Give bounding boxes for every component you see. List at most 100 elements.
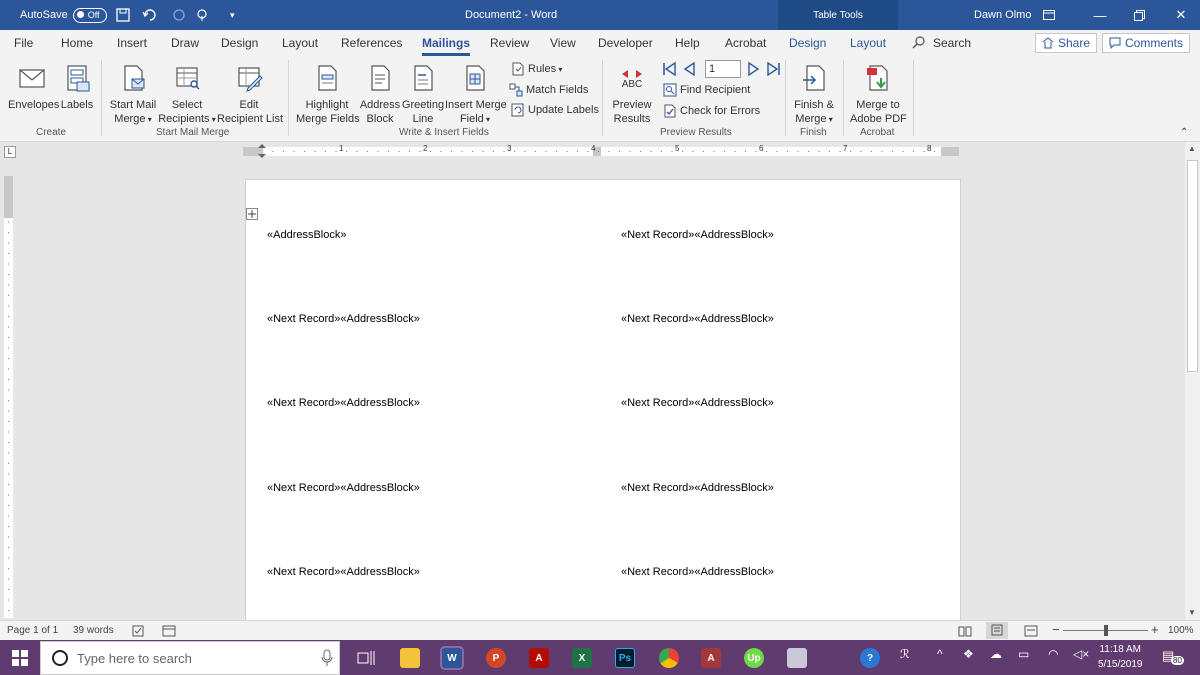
tab-review[interactable]: Review [490, 36, 529, 50]
word-icon[interactable]: W [440, 646, 464, 670]
task-view-icon[interactable] [357, 649, 375, 667]
preview-results-button[interactable]: ABC Preview Results [610, 62, 654, 126]
autosave-control[interactable]: AutoSave Off [20, 0, 107, 30]
label-cell[interactable]: «Next Record»«AddressBlock» [621, 313, 774, 325]
tab-mailings[interactable]: Mailings [422, 36, 471, 56]
last-record-icon[interactable] [766, 61, 782, 77]
insert-merge-field-button[interactable]: Insert Merge Field ▾ [445, 62, 507, 127]
first-record-icon[interactable] [661, 61, 677, 77]
tab-home[interactable]: Home [61, 36, 93, 50]
wifi-icon[interactable]: ◠ [1048, 647, 1058, 661]
help-icon[interactable]: ? [860, 648, 880, 668]
people-icon[interactable]: ℛ [900, 647, 910, 661]
snipping-icon[interactable] [787, 648, 807, 668]
photoshop-icon[interactable]: Ps [615, 648, 635, 668]
tab-insert[interactable]: Insert [117, 36, 147, 50]
undo-icon[interactable] [142, 0, 160, 30]
chrome-icon[interactable] [659, 648, 679, 668]
previous-record-icon[interactable] [682, 61, 696, 77]
zoom-out-icon[interactable]: − [1052, 622, 1060, 637]
address-block-button[interactable]: Address Block [359, 62, 401, 126]
select-recipients-button[interactable]: Select Recipients ▾ [158, 62, 216, 127]
match-fields-button[interactable]: Match Fields [509, 83, 588, 97]
restore-icon[interactable] [1116, 0, 1162, 30]
windows-start-icon[interactable] [12, 650, 28, 666]
label-cell[interactable]: «Next Record»«AddressBlock» [621, 229, 774, 241]
start-mail-merge-button[interactable]: Start Mail Merge ▾ [108, 62, 158, 127]
scroll-up-icon[interactable]: ▲ [1188, 144, 1196, 153]
tab-help[interactable]: Help [675, 36, 700, 50]
tab-table-layout[interactable]: Layout [850, 36, 886, 50]
print-layout-view[interactable] [986, 622, 1008, 639]
macro-record-icon[interactable] [162, 625, 176, 637]
taskbar-clock[interactable]: 11:18 AM 5/15/2019 [1098, 642, 1143, 672]
vertical-scrollbar[interactable]: ▲ ▼ [1185, 142, 1200, 620]
labels-button[interactable]: Labels [60, 62, 94, 112]
scroll-down-icon[interactable]: ▼ [1188, 608, 1196, 617]
envelopes-button[interactable]: Envelopes [8, 62, 59, 112]
table-move-handle-icon[interactable] [246, 208, 258, 220]
read-mode-icon[interactable] [958, 625, 972, 637]
label-cell[interactable]: «Next Record»«AddressBlock» [621, 566, 774, 578]
customize-qat-icon[interactable]: ▾ [230, 0, 235, 30]
tab-developer[interactable]: Developer [598, 36, 653, 50]
check-errors-button[interactable]: Check for Errors [663, 104, 760, 118]
touch-mode-icon[interactable] [196, 0, 212, 30]
excel-icon[interactable]: X [572, 648, 592, 668]
vertical-ruler[interactable] [0, 162, 16, 620]
taskbar-search[interactable]: Type here to search [40, 641, 340, 675]
save-icon[interactable] [116, 0, 130, 30]
battery-icon[interactable]: ▭ [1018, 647, 1029, 661]
rules-button[interactable]: Rules ▾ [511, 62, 562, 76]
user-name[interactable]: Dawn Olmo [974, 0, 1031, 30]
zoom-level[interactable]: 100% [1168, 625, 1194, 636]
tab-table-design[interactable]: Design [789, 36, 826, 50]
label-cell[interactable]: «Next Record»«AddressBlock» [267, 566, 420, 578]
tab-draw[interactable]: Draw [171, 36, 199, 50]
tab-selector-icon[interactable]: L [4, 146, 16, 158]
microphone-icon[interactable] [320, 649, 334, 667]
tab-layout[interactable]: Layout [282, 36, 318, 50]
onedrive-icon[interactable]: ☁ [990, 647, 1002, 661]
record-number-input[interactable]: 1 [705, 60, 741, 78]
tab-view[interactable]: View [550, 36, 576, 50]
web-layout-icon[interactable] [1024, 625, 1038, 637]
next-record-icon[interactable] [747, 61, 761, 77]
scroll-thumb[interactable] [1187, 160, 1198, 372]
merge-to-pdf-button[interactable]: Merge to Adobe PDF [850, 62, 907, 126]
autosave-toggle[interactable]: Off [72, 7, 107, 23]
share-button[interactable]: Share [1035, 33, 1098, 53]
tab-acrobat[interactable]: Acrobat [725, 36, 766, 50]
finish-merge-button[interactable]: Finish & Merge ▾ [791, 62, 837, 127]
page-count[interactable]: Page 1 of 1 [7, 625, 58, 636]
tab-design[interactable]: Design [221, 36, 258, 50]
close-icon[interactable]: ✕ [1158, 0, 1200, 30]
edit-recipient-list-button[interactable]: Edit Recipient List [217, 62, 283, 126]
upwork-icon[interactable]: Up [744, 648, 764, 668]
file-explorer-icon[interactable] [400, 648, 420, 668]
tab-file[interactable]: File [14, 36, 33, 50]
tell-me-search[interactable]: Search [912, 36, 971, 50]
zoom-in-icon[interactable]: + [1151, 622, 1159, 637]
greeting-line-button[interactable]: Greeting Line [401, 62, 445, 126]
label-cell[interactable]: «Next Record»«AddressBlock» [267, 313, 420, 325]
notifications-icon[interactable]: ▤ 80 [1162, 648, 1184, 668]
chevron-up-icon[interactable]: ^ [937, 647, 943, 661]
dropbox-icon[interactable]: ❖ [963, 647, 974, 661]
volume-icon[interactable]: ◁× [1073, 647, 1089, 661]
find-recipient-button[interactable]: Find Recipient [663, 83, 750, 97]
tab-references[interactable]: References [341, 36, 402, 50]
access-icon[interactable]: A [701, 648, 721, 668]
ribbon-display-icon[interactable] [1034, 0, 1064, 30]
word-count[interactable]: 39 words [73, 625, 114, 636]
redo-icon[interactable] [172, 0, 186, 30]
comments-button[interactable]: Comments [1102, 33, 1191, 53]
zoom-slider-thumb[interactable] [1104, 625, 1108, 636]
collapse-ribbon-icon[interactable]: ⌃ [1180, 126, 1188, 140]
label-cell[interactable]: «Next Record»«AddressBlock» [621, 397, 774, 409]
document-page[interactable]: «AddressBlock» «Next Record»«AddressBloc… [245, 179, 961, 624]
highlight-merge-fields-button[interactable]: Highlight Merge Fields [296, 62, 360, 126]
powerpoint-icon[interactable]: P [486, 648, 506, 668]
update-labels-button[interactable]: Update Labels [511, 103, 599, 117]
acrobat-icon[interactable]: A [529, 648, 549, 668]
